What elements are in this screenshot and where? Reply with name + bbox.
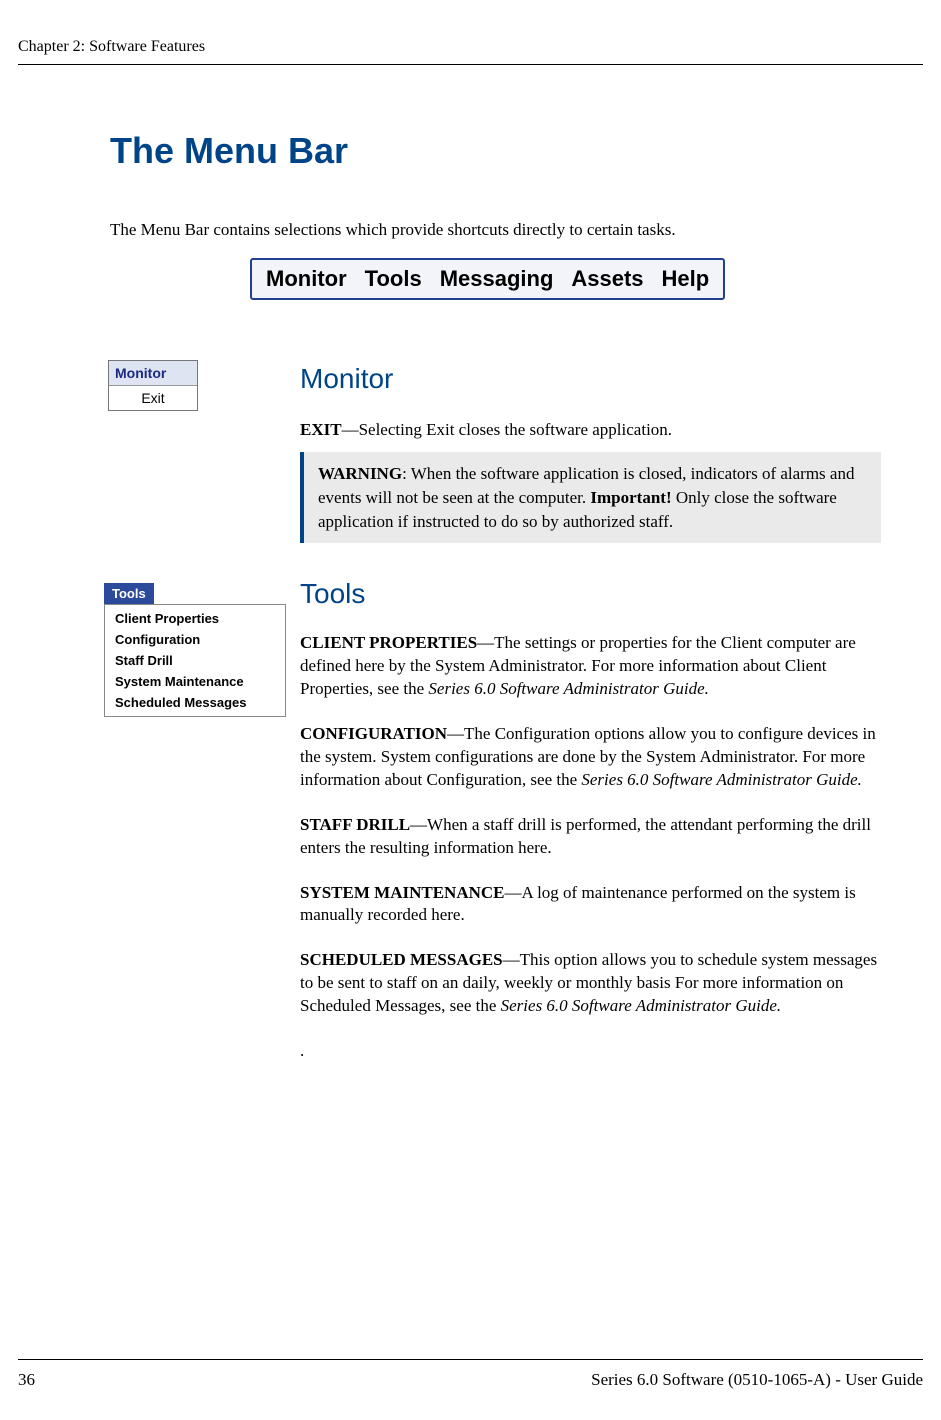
warning-box: WARNING: When the software application i… <box>300 452 881 543</box>
scheduled-messages-label: SCHEDULED MESSAGES <box>300 950 503 969</box>
guide-reference: Series 6.0 Software Administrator Guide. <box>501 996 782 1015</box>
staff-drill-paragraph: STAFF DRILL—When a staff drill is perfor… <box>300 814 881 860</box>
page-number: 36 <box>18 1370 35 1390</box>
intro-paragraph: The Menu Bar contains selections which p… <box>110 220 676 240</box>
monitor-exit-paragraph: EXIT—Selecting Exit closes the software … <box>300 419 881 442</box>
tools-menu-item: Client Properties <box>105 608 285 629</box>
staff-drill-label: STAFF DRILL <box>300 815 410 834</box>
monitor-menu-illustration: Monitor Exit <box>108 360 198 411</box>
client-properties-paragraph: CLIENT PROPERTIES—The settings or proper… <box>300 632 881 701</box>
tools-menu-item: System Maintenance <box>105 671 285 692</box>
tools-body: CLIENT PROPERTIES—The settings or proper… <box>300 632 881 1063</box>
menubar-item-tools: Tools <box>365 266 422 292</box>
trailing-dot: . <box>300 1040 881 1063</box>
exit-description: —Selecting Exit closes the software appl… <box>342 420 672 439</box>
tools-menu-illustration: Tools Client Properties Configuration St… <box>104 583 286 717</box>
monitor-menu-item-exit: Exit <box>109 386 197 410</box>
exit-label: EXIT <box>300 420 342 439</box>
document-reference: Series 6.0 Software (0510-1065-A) - User… <box>591 1370 923 1390</box>
page-footer: 36 Series 6.0 Software (0510-1065-A) - U… <box>18 1359 923 1390</box>
tools-menu-item: Configuration <box>105 629 285 650</box>
menubar-illustration: Monitor Tools Messaging Assets Help <box>250 258 725 300</box>
guide-reference: Series 6.0 Software Administrator Guide. <box>581 770 862 789</box>
page-header: Chapter 2: Software Features <box>18 38 923 65</box>
menubar-item-monitor: Monitor <box>266 266 347 292</box>
tools-heading: Tools <box>300 578 881 610</box>
tools-menu-header: Tools <box>104 583 154 604</box>
tools-menu-item: Scheduled Messages <box>105 692 285 713</box>
menubar-item-help: Help <box>662 266 710 292</box>
configuration-label: CONFIGURATION <box>300 724 447 743</box>
chapter-title: Chapter 2: Software Features <box>18 38 205 55</box>
monitor-heading: Monitor <box>300 363 881 395</box>
tools-menu-item: Staff Drill <box>105 650 285 671</box>
guide-reference: Series 6.0 Software Administrator Guide. <box>428 679 709 698</box>
main-heading: The Menu Bar <box>110 130 348 172</box>
menubar-item-assets: Assets <box>571 266 643 292</box>
monitor-menu-header: Monitor <box>109 361 197 386</box>
tools-section: Tools CLIENT PROPERTIES—The settings or … <box>300 578 881 1063</box>
tools-menu-items: Client Properties Configuration Staff Dr… <box>104 604 286 717</box>
system-maintenance-label: SYSTEM MAINTENANCE <box>300 883 505 902</box>
scheduled-messages-paragraph: SCHEDULED MESSAGES—This option allows yo… <box>300 949 881 1018</box>
client-properties-label: CLIENT PROPERTIES <box>300 633 477 652</box>
configuration-paragraph: CONFIGURATION—The Configuration options … <box>300 723 881 792</box>
monitor-section: Monitor EXIT—Selecting Exit closes the s… <box>300 363 881 543</box>
menubar-item-messaging: Messaging <box>440 266 554 292</box>
warning-label: WARNING <box>318 464 402 483</box>
warning-important: Important! <box>590 488 671 507</box>
system-maintenance-paragraph: SYSTEM MAINTENANCE—A log of maintenance … <box>300 882 881 928</box>
